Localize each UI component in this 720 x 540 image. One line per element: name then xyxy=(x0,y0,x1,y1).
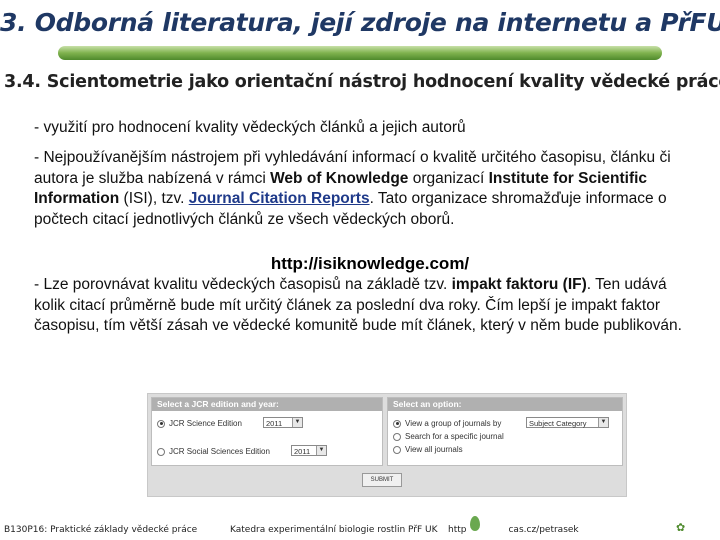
year-select-social[interactable]: 2011 ▼ xyxy=(291,445,327,456)
jcr-edition-panel: Select a JCR edition and year: JCR Scien… xyxy=(151,397,383,466)
chevron-down-icon: ▼ xyxy=(598,418,608,427)
option-view-all[interactable]: View all journals xyxy=(393,445,463,454)
option-search-label: Search for a specific journal xyxy=(405,432,504,441)
web-of-knowledge-text: Web of Knowledge xyxy=(270,169,409,187)
paragraph-impact-factor: - Lze porovnávat kvalitu vědeckých časop… xyxy=(34,275,694,337)
year-value: 2011 xyxy=(294,447,311,456)
leaf-logo-icon xyxy=(470,516,480,531)
year-value: 2011 xyxy=(266,419,283,428)
radio-icon[interactable] xyxy=(393,432,401,441)
p2-text: organizací xyxy=(408,169,489,187)
option-search-journal[interactable]: Search for a specific journal xyxy=(393,432,504,441)
footer-course: B130P16: Praktické základy vědecké práce xyxy=(4,525,198,535)
radio-selected-icon[interactable] xyxy=(393,419,401,428)
option-view-group[interactable]: View a group of journals by xyxy=(393,419,501,428)
slide-title: 3. Odborná literatura, její zdroje na in… xyxy=(0,8,720,37)
edition-social-label: JCR Social Sciences Edition xyxy=(169,447,270,456)
chevron-down-icon: ▼ xyxy=(292,418,302,427)
year-select-science[interactable]: 2011 ▼ xyxy=(263,417,303,428)
p3-text: - Lze porovnávat kvalitu vědeckých časop… xyxy=(34,276,452,293)
footer-url-end: cas.cz/petrasek xyxy=(508,525,579,535)
paragraph-usage: - využití pro hodnocení kvality vědeckýc… xyxy=(34,119,466,136)
isiknowledge-url[interactable]: http://isiknowledge.com/ xyxy=(0,254,720,274)
radio-icon[interactable] xyxy=(157,447,165,456)
footer-department: Katedra experimentální biologie rostlin … xyxy=(230,525,438,535)
jcr-option-header: Select an option: xyxy=(388,398,622,411)
jcr-option-panel: Select an option: View a group of journa… xyxy=(387,397,623,466)
section-subtitle: 3.4. Scientometrie jako orientační nástr… xyxy=(4,72,720,92)
impact-factor-text: impakt faktoru (IF) xyxy=(451,276,587,293)
option-view-all-label: View all journals xyxy=(405,445,463,454)
paragraph-tools: - Nejpoužívanějším nástrojem při vyhledá… xyxy=(34,148,694,230)
title-underline xyxy=(58,46,662,60)
edition-social-option[interactable]: JCR Social Sciences Edition xyxy=(157,447,270,456)
subject-category-select[interactable]: Subject Category ▼ xyxy=(526,417,609,428)
footer-url-start: http xyxy=(448,525,467,535)
p2-text: (ISI), tzv. xyxy=(119,190,189,207)
submit-button[interactable]: SUBMIT xyxy=(362,473,402,487)
footer-url[interactable]: http cas.cz/petrasek xyxy=(448,525,579,535)
chevron-down-icon: ▼ xyxy=(316,446,326,455)
radio-icon[interactable] xyxy=(393,445,401,454)
edition-science-option[interactable]: JCR Science Edition xyxy=(157,419,242,428)
jcr-form-screenshot: Select a JCR edition and year: JCR Scien… xyxy=(147,393,627,497)
jcr-link[interactable]: Journal Citation Reports xyxy=(189,190,370,207)
option-view-group-label: View a group of journals by xyxy=(405,419,502,428)
jcr-edition-header: Select a JCR edition and year: xyxy=(152,398,382,411)
plant-cell-icon: ✿ xyxy=(676,522,686,534)
subject-category-value: Subject Category xyxy=(529,419,587,428)
radio-selected-icon[interactable] xyxy=(157,419,165,428)
edition-science-label: JCR Science Edition xyxy=(169,419,242,428)
